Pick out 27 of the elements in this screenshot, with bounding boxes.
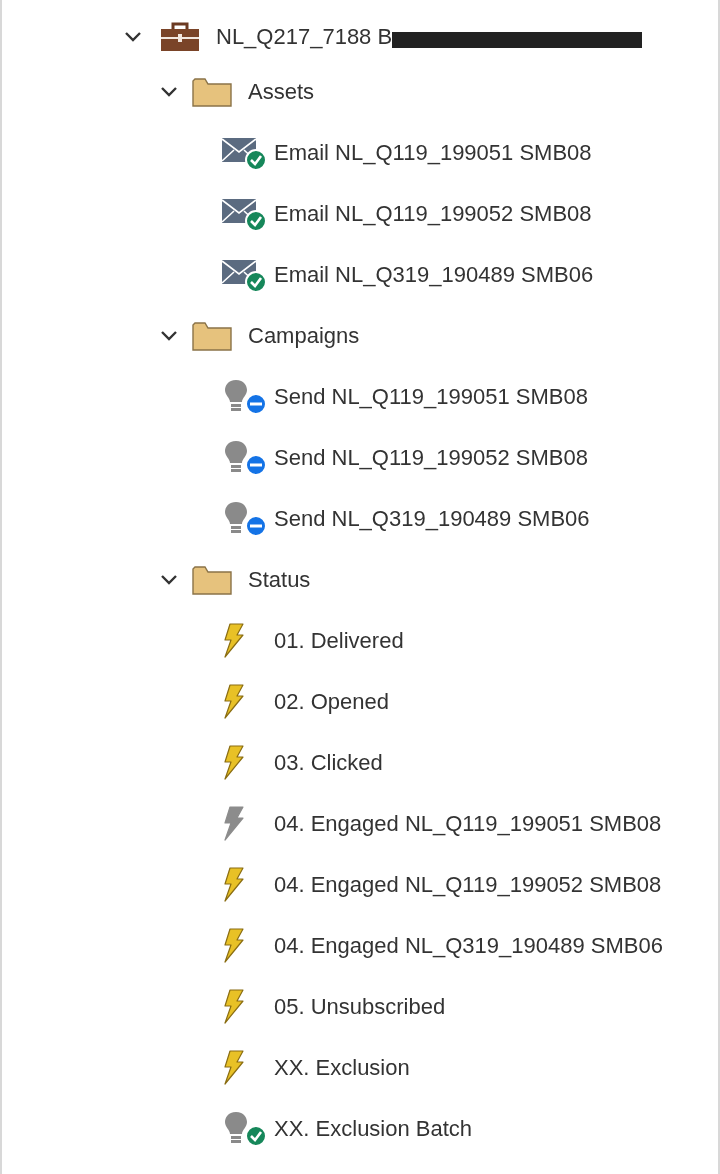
tree-item-label[interactable]: 04. Engaged NL_Q319_190489 SMB06 bbox=[274, 929, 663, 962]
tree-item-label[interactable]: Send NL_Q319_190489 SMB06 bbox=[274, 502, 590, 535]
tree-item-label[interactable]: Email NL_Q119_199052 SMB08 bbox=[274, 197, 592, 230]
briefcase-icon bbox=[160, 21, 200, 52]
tree-item-label[interactable]: Email NL_Q119_199051 SMB08 bbox=[274, 136, 592, 169]
tree-item-label[interactable]: 04. Engaged NL_Q119_199051 SMB08 bbox=[274, 807, 662, 840]
tree-item-label[interactable]: XX. Exclusion Batch bbox=[274, 1112, 473, 1145]
tree-item-label[interactable]: 02. Opened bbox=[274, 685, 389, 718]
folder-label[interactable]: Assets bbox=[248, 75, 315, 108]
folder-icon bbox=[192, 564, 232, 595]
chevron-icon[interactable] bbox=[160, 573, 178, 586]
tree-item-label[interactable]: XX. Exclusion bbox=[274, 1051, 410, 1084]
folder-icon bbox=[192, 320, 232, 351]
project-label[interactable]: NL_Q217_7188 B bbox=[216, 20, 393, 53]
tree-item-label[interactable]: Send NL_Q119_199051 SMB08 bbox=[274, 380, 588, 413]
tree-item-label[interactable]: Email NL_Q319_190489 SMB06 bbox=[274, 258, 594, 291]
tree-item-label[interactable]: 04. Engaged NL_Q119_199052 SMB08 bbox=[274, 868, 662, 901]
tree-item-label[interactable]: 03. Clicked bbox=[274, 746, 383, 779]
folder-label[interactable]: Status bbox=[248, 563, 311, 596]
chevron-icon[interactable] bbox=[124, 30, 142, 43]
tree-item-label[interactable]: 05. Unsubscribed bbox=[274, 990, 446, 1023]
tree-item-label[interactable]: Send NL_Q119_199052 SMB08 bbox=[274, 441, 588, 474]
chevron-icon[interactable] bbox=[160, 85, 178, 98]
chevron-icon[interactable] bbox=[160, 329, 178, 342]
tree-item-label[interactable]: 01. Delivered bbox=[274, 624, 404, 657]
folder-label[interactable]: Campaigns bbox=[248, 319, 360, 352]
folder-icon bbox=[192, 76, 232, 107]
